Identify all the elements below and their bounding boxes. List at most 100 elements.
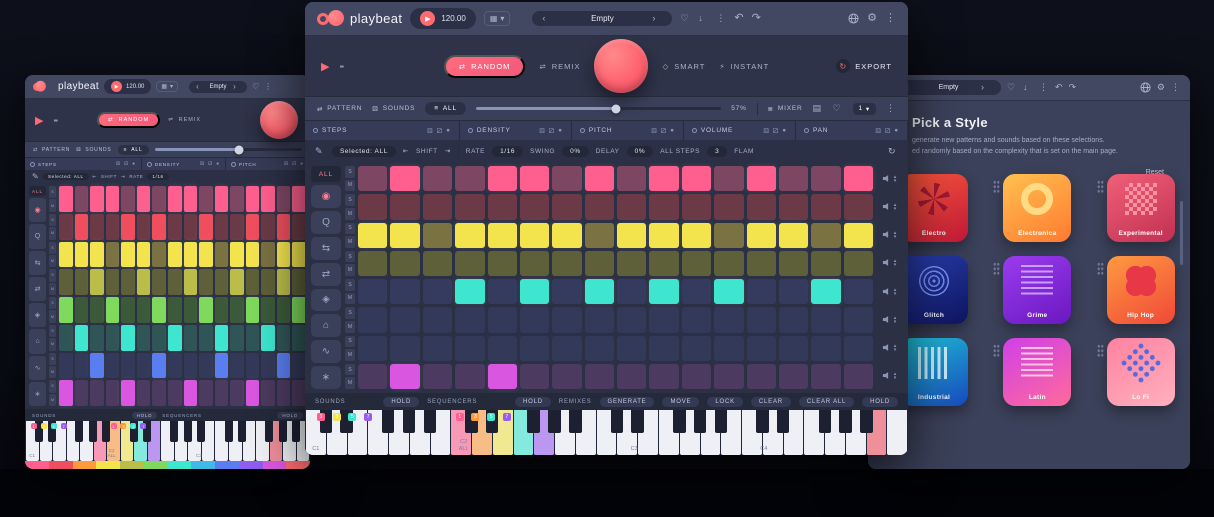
complexity-slider[interactable] — [476, 107, 721, 110]
mute-button[interactable]: M — [345, 349, 355, 361]
selected-target[interactable]: Selected: ALL — [332, 146, 396, 157]
step-cell[interactable] — [649, 251, 678, 276]
step-cell[interactable] — [390, 364, 419, 389]
rate-stepper[interactable]: ▴▾ — [894, 372, 897, 380]
drag-handle-icon[interactable] — [1097, 344, 1104, 358]
step-cell[interactable] — [121, 214, 135, 240]
step-cell[interactable] — [199, 297, 213, 323]
all-steps-value[interactable]: 3 — [707, 146, 727, 157]
sidebar-instrument-open-hat[interactable]: ⇄ — [29, 277, 46, 301]
play-icon[interactable]: ▶ — [111, 81, 122, 92]
keys-icon[interactable]: ▤ — [813, 104, 823, 113]
next-preset-icon[interactable]: › — [233, 83, 240, 91]
sidebar-instrument-clap[interactable]: ◈ — [311, 289, 341, 312]
piano-black-key[interactable] — [715, 410, 727, 433]
step-cell[interactable] — [844, 166, 873, 191]
step-cell[interactable] — [59, 380, 73, 406]
piano-black-key[interactable] — [265, 421, 273, 442]
settings-gear-icon[interactable]: ⚙ — [867, 13, 877, 24]
delay-value[interactable]: 0% — [627, 146, 654, 157]
preset-menu-icon[interactable]: ⋮ — [1039, 83, 1049, 92]
step-cell[interactable] — [199, 380, 213, 406]
piano-black-key[interactable] — [860, 410, 872, 433]
step-cell[interactable] — [552, 166, 581, 191]
sidebar-instrument-perc[interactable]: ⌂ — [311, 314, 341, 337]
step-cell[interactable] — [488, 194, 517, 219]
piano-black-key[interactable] — [238, 421, 246, 442]
step-cell[interactable] — [455, 364, 484, 389]
solo-button[interactable]: S — [49, 242, 56, 254]
sidebar-instrument-closed-hat[interactable]: ⇆ — [29, 251, 46, 275]
step-cell[interactable] — [121, 380, 135, 406]
piano-black-key[interactable] — [292, 421, 300, 442]
step-cell[interactable] — [292, 380, 306, 406]
style-card-hip-hop[interactable]: Hip Hop — [1107, 256, 1175, 324]
step-cell[interactable] — [844, 251, 873, 276]
mute-button[interactable]: M — [345, 293, 355, 305]
sidebar-instrument-closed-hat[interactable]: ⇆ — [311, 237, 341, 260]
step-cell[interactable] — [779, 223, 808, 248]
remix-slot-chip[interactable]: 1 — [317, 413, 325, 421]
lane-radio-icon[interactable] — [147, 162, 152, 167]
step-cell[interactable] — [168, 214, 182, 240]
step-cell[interactable] — [152, 214, 166, 240]
step-cell[interactable] — [277, 380, 291, 406]
lane-header-pitch[interactable]: PITCH⚄⚂● — [226, 158, 310, 170]
step-cell[interactable] — [75, 242, 89, 268]
step-cell[interactable] — [90, 297, 104, 323]
step-cell[interactable] — [137, 325, 151, 351]
step-cell[interactable] — [682, 279, 711, 304]
step-cell[interactable] — [617, 251, 646, 276]
clear-button[interactable]: CLEAR — [751, 397, 791, 407]
step-cell[interactable] — [811, 251, 840, 276]
step-cell[interactable] — [779, 364, 808, 389]
step-cell[interactable] — [779, 307, 808, 332]
record-icon[interactable]: ▪▪ — [53, 116, 57, 125]
mixer-button[interactable]: ≣MIXER — [768, 105, 803, 113]
step-cell[interactable] — [215, 297, 229, 323]
remix-slot-chip[interactable]: 1 — [456, 413, 464, 421]
drag-handle-icon[interactable] — [993, 262, 1000, 276]
lane-header-volume[interactable]: VOLUME⚄⚂● — [684, 121, 796, 140]
speaker-icon[interactable] — [882, 170, 891, 188]
step-cell[interactable] — [488, 364, 517, 389]
step-cell[interactable] — [246, 353, 260, 379]
step-cell[interactable] — [121, 297, 135, 323]
piano-black-key[interactable] — [89, 421, 97, 442]
dice-icon[interactable]: ⚂ — [773, 127, 779, 135]
redo-icon[interactable]: ↷ — [1069, 83, 1077, 92]
rate-value[interactable]: 1/16 — [492, 146, 523, 157]
step-cell[interactable] — [168, 325, 182, 351]
step-cell[interactable] — [261, 325, 275, 351]
step-cell[interactable] — [423, 194, 452, 219]
step-cell[interactable] — [121, 269, 135, 295]
step-cell[interactable] — [184, 186, 198, 212]
lock-icon[interactable]: ● — [216, 161, 220, 167]
step-cell[interactable] — [488, 336, 517, 361]
step-cell[interactable] — [184, 380, 198, 406]
step-cell[interactable] — [649, 279, 678, 304]
shift-right-icon[interactable]: ⇥ — [445, 147, 451, 155]
step-cell[interactable] — [199, 325, 213, 351]
step-cell[interactable] — [59, 186, 73, 212]
step-cell[interactable] — [552, 223, 581, 248]
solo-button[interactable]: S — [345, 166, 355, 178]
solo-button[interactable]: S — [49, 269, 56, 281]
step-cell[interactable] — [230, 269, 244, 295]
step-cell[interactable] — [292, 325, 306, 351]
step-cell[interactable] — [292, 242, 306, 268]
remix-slot-chip[interactable]: 3 — [471, 413, 479, 421]
step-cell[interactable] — [390, 166, 419, 191]
step-cell[interactable] — [184, 353, 198, 379]
step-cell[interactable] — [358, 364, 387, 389]
step-cell[interactable] — [137, 186, 151, 212]
dice-icon[interactable]: ⚄ — [116, 161, 121, 167]
step-cell[interactable] — [714, 279, 743, 304]
dice-icon[interactable]: ⚂ — [208, 161, 213, 167]
piano-black-key[interactable] — [548, 410, 560, 433]
step-cell[interactable] — [121, 325, 135, 351]
step-cell[interactable] — [779, 251, 808, 276]
dice-icon[interactable]: ⚄ — [651, 127, 657, 135]
step-cell[interactable] — [246, 325, 260, 351]
step-cell[interactable] — [455, 223, 484, 248]
